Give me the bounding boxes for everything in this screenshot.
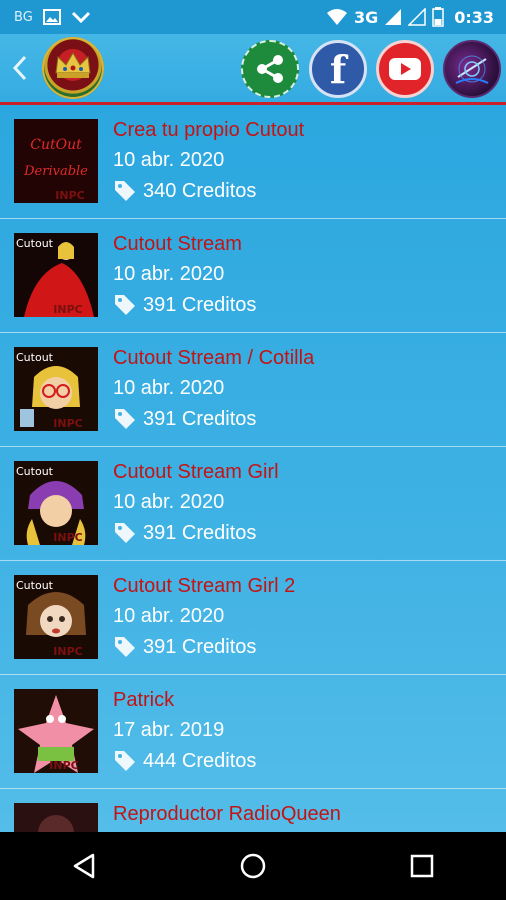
- item-thumbnail: Cutout INPC: [14, 233, 98, 317]
- share-icon: [257, 55, 283, 83]
- battery-icon: [432, 7, 444, 27]
- signal-empty-icon: [408, 8, 426, 26]
- item-date: 17 abr. 2019: [113, 719, 225, 741]
- list-item[interactable]: Cutout INPC Cutout Stream Girl 2 10 abr.…: [0, 561, 506, 675]
- cutout-cotilla-thumb: Cutout INPC: [14, 347, 98, 431]
- recents-square-icon: [410, 854, 433, 878]
- list-item[interactable]: Cutout INPC Cutout Stream Girl 10 abr. 2…: [0, 447, 506, 561]
- item-credits: 391 Creditos: [143, 521, 257, 544]
- cutout-stream-thumb: Cutout INPC: [14, 233, 98, 317]
- signal-icon: [385, 9, 402, 25]
- item-title: Cutout Stream Girl 2: [113, 575, 296, 597]
- facebook-icon: f: [329, 46, 347, 92]
- patrick-thumb: INPC: [14, 689, 98, 773]
- nav-recents-button[interactable]: [402, 846, 442, 886]
- list-item[interactable]: CutOut Derivable INPC Crea tu propio Cut…: [0, 105, 506, 219]
- svg-text:Cutout: Cutout: [16, 579, 54, 592]
- item-title: Crea tu propio Cutout: [113, 119, 305, 141]
- svg-text:INPC: INPC: [55, 189, 84, 202]
- item-credits: 340 Creditos: [143, 179, 257, 202]
- svg-text:INPC: INPC: [53, 531, 82, 544]
- image-notification-icon: [42, 9, 61, 25]
- svg-text:Cutout: Cutout: [16, 351, 54, 364]
- nav-back-button[interactable]: [64, 846, 104, 886]
- svg-text:Cutout: Cutout: [16, 237, 54, 250]
- item-thumbnail: [14, 803, 98, 832]
- network-type: 3G: [353, 7, 379, 27]
- item-credits: 391 Creditos: [143, 635, 257, 658]
- item-credits: 391 Creditos: [143, 293, 257, 316]
- svg-text:INPC: INPC: [49, 759, 78, 772]
- app-bar: f: [0, 34, 506, 105]
- wifi-icon: [326, 9, 347, 25]
- item-date: 10 abr. 2020: [113, 149, 225, 171]
- back-icon[interactable]: [8, 54, 32, 82]
- item-thumbnail: CutOut Derivable INPC: [14, 119, 98, 203]
- item-credits: 444 Creditos: [143, 749, 257, 772]
- content-list: CutOut Derivable INPC Crea tu propio Cut…: [0, 105, 506, 832]
- cutout-derivable-thumb: CutOut Derivable INPC: [14, 119, 98, 203]
- tag-icon: [115, 409, 135, 429]
- crown-logo[interactable]: [42, 37, 104, 99]
- item-title: Cutout Stream Girl: [113, 461, 279, 483]
- tag-icon: [115, 751, 135, 771]
- back-triangle-icon: [74, 853, 95, 879]
- nav-home-button[interactable]: [233, 846, 273, 886]
- svg-text:INPC: INPC: [53, 645, 82, 658]
- chevron-down-icon: [71, 11, 90, 24]
- svg-text:Cutout: Cutout: [16, 465, 54, 478]
- cutout-girl-thumb: Cutout INPC: [14, 461, 98, 545]
- svg-text:CutOut: CutOut: [30, 137, 82, 153]
- item-title: Reproductor RadioQueen: [113, 803, 341, 825]
- item-title: Cutout Stream / Cotilla: [113, 347, 315, 369]
- tag-icon: [115, 523, 135, 543]
- item-date: 10 abr. 2020: [113, 491, 225, 513]
- item-date: 10 abr. 2020: [113, 263, 225, 285]
- radio-icon: [455, 55, 489, 84]
- carrier-label: BG: [14, 9, 33, 25]
- tag-icon: [115, 637, 135, 657]
- item-thumbnail: INPC: [14, 689, 98, 773]
- item-thumbnail: Cutout INPC: [14, 347, 98, 431]
- item-thumbnail: Cutout INPC: [14, 575, 98, 659]
- share-button[interactable]: [241, 40, 299, 98]
- radio-button[interactable]: [443, 40, 501, 98]
- youtube-icon: [389, 58, 421, 80]
- item-thumbnail: Cutout INPC: [14, 461, 98, 545]
- list-item[interactable]: INPC Patrick 17 abr. 2019 444 Creditos: [0, 675, 506, 789]
- svg-text:INPC: INPC: [53, 303, 82, 316]
- list-item[interactable]: Cutout INPC Cutout Stream 10 abr. 2020 3…: [0, 219, 506, 333]
- tag-icon: [115, 295, 135, 315]
- item-title: Patrick: [113, 689, 175, 711]
- svg-text:Derivable: Derivable: [23, 164, 88, 179]
- status-bar: BG 3G 0:33: [0, 0, 506, 34]
- clock: 0:33: [454, 7, 494, 27]
- list-item[interactable]: Cutout INPC Cutout Stream / Cotilla 10 a…: [0, 333, 506, 447]
- cutout-girl2-thumb: Cutout INPC: [14, 575, 98, 659]
- tag-icon: [115, 181, 135, 201]
- item-credits: 391 Creditos: [143, 407, 257, 430]
- crown-icon: [55, 52, 91, 78]
- radioqueen-thumb: [14, 803, 98, 832]
- item-title: Cutout Stream: [113, 233, 242, 255]
- home-circle-icon: [240, 853, 266, 879]
- system-nav-bar: [0, 832, 506, 900]
- svg-text:INPC: INPC: [53, 417, 82, 430]
- youtube-button[interactable]: [376, 40, 434, 98]
- facebook-button[interactable]: f: [309, 40, 367, 98]
- list-item[interactable]: Reproductor RadioQueen: [0, 789, 506, 832]
- item-date: 10 abr. 2020: [113, 377, 225, 399]
- item-date: 10 abr. 2020: [113, 605, 225, 627]
